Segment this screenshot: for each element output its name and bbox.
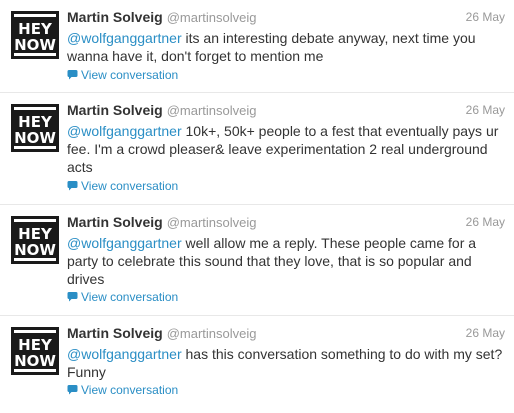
conversation-bubble-icon (67, 385, 78, 395)
tweet-text: @wolfganggartner has this conversation s… (67, 345, 507, 381)
svg-text:NOW: NOW (14, 129, 56, 147)
conversation-bubble-icon (67, 70, 78, 80)
view-conversation-label[interactable]: View conversation (81, 68, 178, 82)
view-conversation-label[interactable]: View conversation (81, 383, 178, 397)
view-conversation-link[interactable]: View conversation (67, 290, 178, 304)
avatar[interactable]: HEY NOW (11, 327, 59, 375)
tweet-header: Martin Solveig @martinsolveig 26 May (67, 214, 507, 232)
tweet-date[interactable]: 26 May (466, 103, 505, 117)
tweet-item[interactable]: HEY NOW Martin Solveig @martinsolveig 26 … (0, 0, 514, 93)
tweet-item[interactable]: HEY NOW Martin Solveig @martinsolveig 26 … (0, 205, 514, 316)
view-conversation-link[interactable]: View conversation (67, 179, 178, 193)
avatar[interactable]: HEY NOW (11, 104, 59, 152)
mention-link[interactable]: @wolfganggartner (67, 123, 182, 139)
hey-now-logo-icon: HEY NOW (11, 104, 59, 152)
author-handle[interactable]: @martinsolveig (167, 103, 257, 118)
hey-now-logo-icon: HEY NOW (11, 327, 59, 375)
mention-link[interactable]: @wolfganggartner (67, 235, 182, 251)
tweet-header: Martin Solveig @martinsolveig 26 May (67, 102, 507, 120)
author-name[interactable]: Martin Solveig (67, 325, 163, 341)
mention-link[interactable]: @wolfganggartner (67, 30, 182, 46)
tweet-text: @wolfganggartner well allow me a reply. … (67, 234, 507, 288)
author-handle[interactable]: @martinsolveig (167, 10, 257, 25)
tweet-text: @wolfganggartner its an interesting deba… (67, 29, 507, 65)
author-name[interactable]: Martin Solveig (67, 9, 163, 25)
svg-text:NOW: NOW (14, 352, 56, 370)
view-conversation-label[interactable]: View conversation (81, 179, 178, 193)
author-name[interactable]: Martin Solveig (67, 214, 163, 230)
author-handle[interactable]: @martinsolveig (167, 326, 257, 341)
tweet-timeline: HEY NOW Martin Solveig @martinsolveig 26 … (0, 0, 514, 413)
hey-now-logo-icon: HEY NOW (11, 11, 59, 59)
view-conversation-link[interactable]: View conversation (67, 68, 178, 82)
tweet-date[interactable]: 26 May (466, 10, 505, 24)
conversation-bubble-icon (67, 292, 78, 302)
tweet-text: @wolfganggartner 10k+, 50k+ people to a … (67, 122, 507, 176)
svg-text:NOW: NOW (14, 241, 56, 259)
tweet-date[interactable]: 26 May (466, 326, 505, 340)
author-name[interactable]: Martin Solveig (67, 102, 163, 118)
view-conversation-link[interactable]: View conversation (67, 383, 178, 397)
tweet-header: Martin Solveig @martinsolveig 26 May (67, 325, 507, 343)
avatar[interactable]: HEY NOW (11, 11, 59, 59)
tweet-item[interactable]: HEY NOW Martin Solveig @martinsolveig 26 … (0, 316, 514, 413)
author-handle[interactable]: @martinsolveig (167, 215, 257, 230)
tweet-item[interactable]: HEY NOW Martin Solveig @martinsolveig 26 … (0, 93, 514, 205)
tweet-date[interactable]: 26 May (466, 215, 505, 229)
tweet-header: Martin Solveig @martinsolveig 26 May (67, 9, 507, 27)
hey-now-logo-icon: HEY NOW (11, 216, 59, 264)
view-conversation-label[interactable]: View conversation (81, 290, 178, 304)
svg-text:NOW: NOW (14, 36, 56, 54)
conversation-bubble-icon (67, 181, 78, 191)
avatar[interactable]: HEY NOW (11, 216, 59, 264)
mention-link[interactable]: @wolfganggartner (67, 346, 182, 362)
